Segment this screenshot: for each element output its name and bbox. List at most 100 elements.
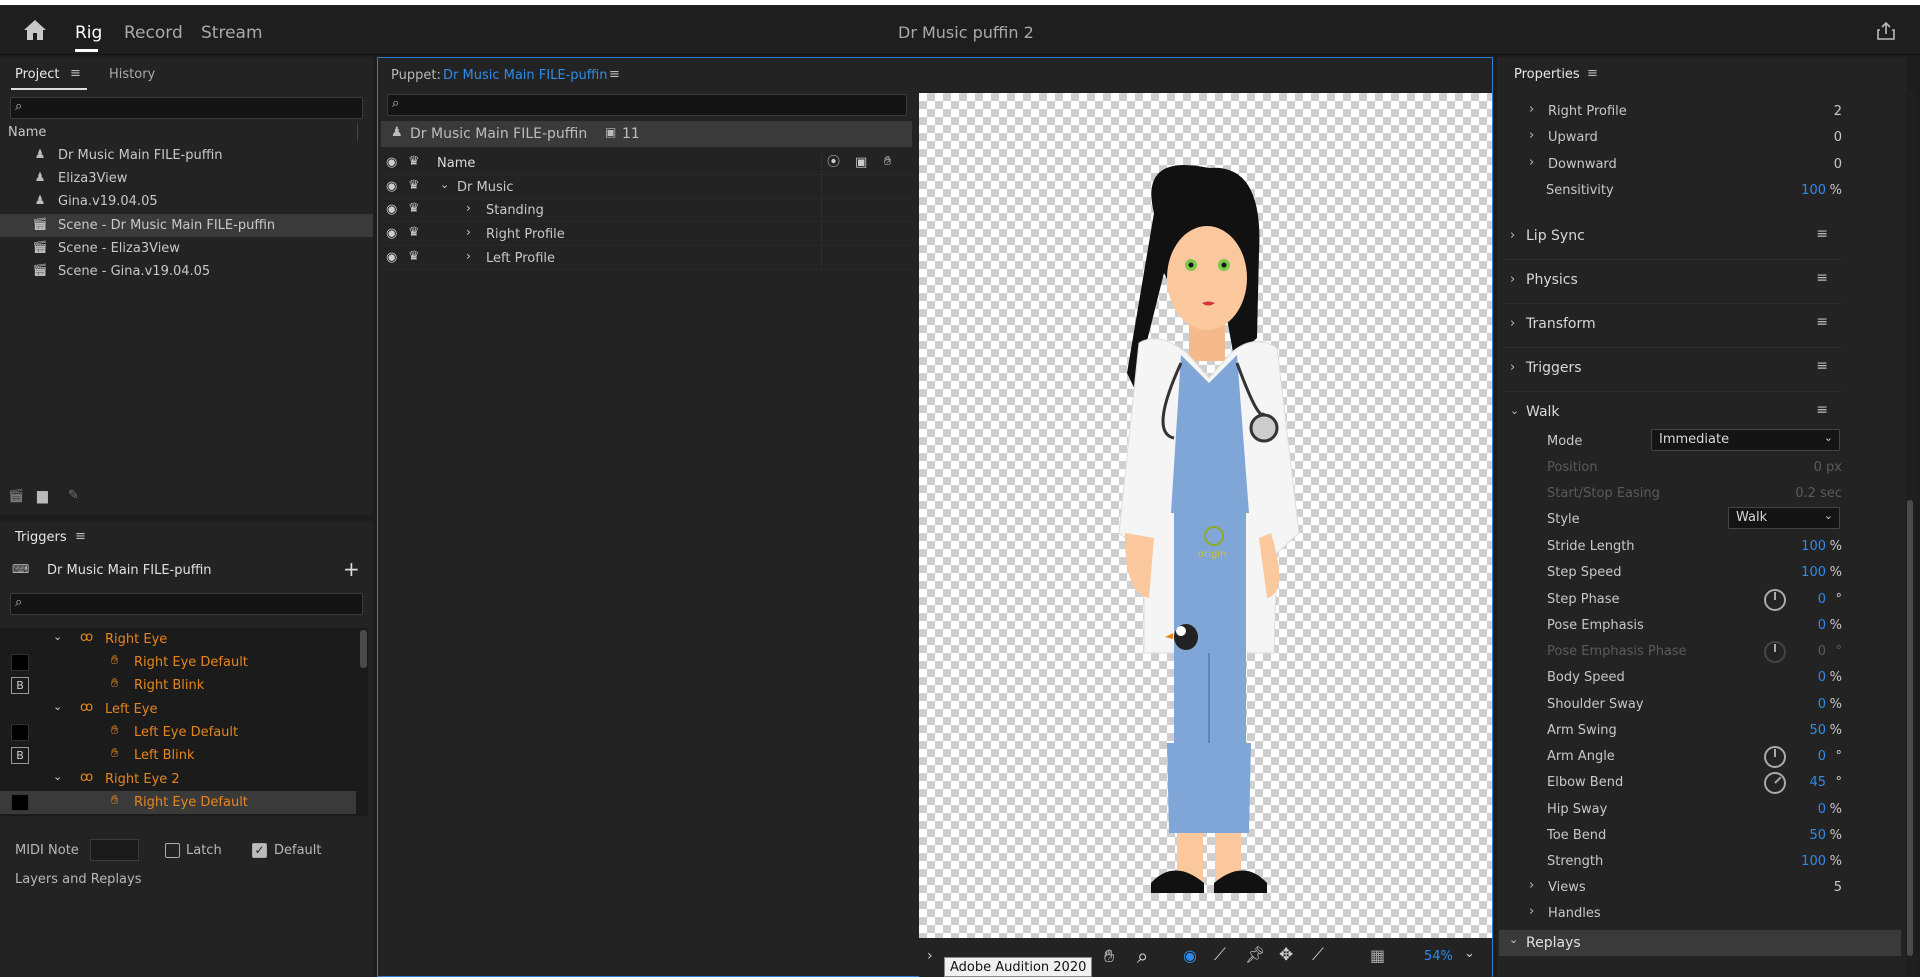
properties-scrollbar[interactable]	[1905, 90, 1915, 977]
param-arm-swing[interactable]: Arm Swing 50%	[1502, 718, 1842, 744]
tab-project[interactable]: Project	[15, 67, 59, 82]
menu-icon[interactable]: ≡	[1816, 403, 1828, 417]
section-lip-sync[interactable]: › Lip Sync ≡	[1502, 216, 1842, 260]
eye-icon[interactable]: ◉	[386, 180, 397, 193]
param-shoulder-sway[interactable]: Shoulder Sway 0%	[1502, 692, 1842, 718]
param-value[interactable]: 50	[1809, 828, 1826, 843]
trigger-row[interactable]: ✋︎ Left Eye Default	[0, 721, 356, 744]
tab-stream[interactable]: Stream	[201, 23, 263, 43]
layer-root-row[interactable]: ♟ Dr Music Main FILE-puffin ▣ 11	[381, 121, 912, 147]
dial-icon[interactable]	[1759, 767, 1791, 799]
chevron-right-icon[interactable]: ›	[1529, 156, 1534, 169]
chevron-down-icon[interactable]: ⌄	[53, 701, 62, 712]
param-stride-length[interactable]: Stride Length 100%	[1502, 534, 1842, 560]
menu-icon[interactable]: ≡	[75, 530, 86, 543]
menu-icon[interactable]: ≡	[70, 67, 81, 80]
param-value[interactable]: 0	[1818, 749, 1826, 764]
column-header-name[interactable]: Name	[8, 125, 46, 140]
move-tool-icon[interactable]: ✥	[1279, 947, 1293, 964]
chevron-right-icon[interactable]: ›	[1529, 129, 1534, 142]
eye-icon[interactable]: ◉	[386, 203, 397, 216]
property-row-sensitivity[interactable]: Sensitivity 100 %	[1502, 178, 1842, 204]
zoom-tool-icon[interactable]: ⌕	[1137, 946, 1148, 966]
param-value[interactable]: 0	[1818, 802, 1826, 817]
dragger-tool-icon[interactable]: ⟋	[1214, 947, 1226, 964]
list-item[interactable]: 🎬︎ Scene - Gina.v19.04.05	[0, 260, 373, 283]
project-search-input[interactable]: ⌕	[10, 97, 363, 119]
pin-tool-icon[interactable]: 📌︎	[1245, 947, 1265, 963]
param-strength[interactable]: Strength 100%	[1502, 849, 1842, 875]
param-arm-angle[interactable]: Arm Angle 0 °	[1502, 744, 1842, 770]
trigger-row-selected[interactable]: ✋︎ Right Eye Default	[0, 791, 356, 814]
home-icon[interactable]	[22, 17, 48, 43]
camera-icon[interactable]: ▣	[855, 156, 867, 169]
menu-icon[interactable]: ≡	[1816, 271, 1828, 285]
property-row-right-profile[interactable]: › Right Profile 2	[1502, 99, 1842, 125]
chevron-right-icon[interactable]: ›	[1510, 317, 1515, 330]
hand-tool-icon[interactable]: ✋︎	[1104, 948, 1114, 966]
chevron-down-icon[interactable]: ⌄	[53, 631, 62, 642]
property-row-views[interactable]: › Views 5	[1502, 875, 1842, 901]
transparency-grid-icon[interactable]: ▦	[1370, 948, 1385, 964]
property-row-upward[interactable]: › Upward 0	[1502, 125, 1842, 151]
param-pose-emphasis[interactable]: Pose Emphasis 0%	[1502, 613, 1842, 639]
share-icon[interactable]	[1874, 19, 1898, 43]
list-item[interactable]: ♟ Eliza3View	[0, 167, 373, 190]
trigger-row[interactable]: B ✋︎ Right Blink	[0, 674, 356, 697]
chevron-right-icon[interactable]: ›	[1529, 879, 1534, 892]
trigger-row[interactable]: ✋︎ Right Eye Default	[0, 651, 356, 674]
param-value[interactable]: 0	[1818, 670, 1826, 685]
scrollbar-thumb[interactable]	[360, 630, 367, 668]
layers-column-name[interactable]: Name	[437, 156, 475, 171]
chevron-down-icon[interactable]: ⌄	[1509, 934, 1518, 945]
crown-icon[interactable]: ♛	[408, 179, 420, 192]
chevron-right-icon[interactable]: ›	[466, 226, 471, 238]
param-value[interactable]: 0	[1818, 592, 1826, 607]
list-item[interactable]: 🎬︎ Scene - Eliza3View	[0, 237, 373, 260]
section-transform[interactable]: › Transform ≡	[1502, 304, 1842, 348]
param-body-speed[interactable]: Body Speed 0%	[1502, 665, 1842, 691]
default-checkbox[interactable]: ✓	[252, 843, 267, 858]
crown-icon[interactable]: ♛	[408, 226, 420, 239]
chevron-down-icon[interactable]: ⌄	[1464, 947, 1475, 960]
menu-icon[interactable]: ≡	[1587, 67, 1598, 80]
list-item[interactable]: ♟ Dr Music Main FILE-puffin	[0, 144, 373, 167]
property-value[interactable]: 100	[1801, 183, 1826, 198]
keyboard-icon[interactable]: ⌨	[12, 563, 29, 575]
param-value[interactable]: 50	[1809, 723, 1826, 738]
puppet-name[interactable]: Dr Music Main FILE-puffin	[443, 68, 608, 83]
chevron-down-icon[interactable]: ⌄	[1510, 405, 1519, 416]
hand-icon[interactable]: ✋︎	[884, 155, 891, 168]
param-value[interactable]: 0	[1818, 697, 1826, 712]
crown-icon[interactable]: ♛	[408, 250, 420, 263]
record-icon[interactable]: ⦿	[827, 156, 840, 169]
chevron-right-icon[interactable]: ›	[1510, 229, 1515, 242]
chevron-right-icon[interactable]: ›	[927, 949, 933, 963]
chevron-right-icon[interactable]: ›	[1529, 905, 1534, 918]
trigger-group-row[interactable]: ⌄ ꝏ Right Eye	[0, 628, 356, 651]
param-value[interactable]: 100	[1801, 539, 1826, 554]
section-triggers[interactable]: › Triggers ≡	[1502, 348, 1842, 392]
stick-tool-icon[interactable]: ⟋	[1312, 947, 1324, 964]
param-value[interactable]: 100	[1801, 565, 1826, 580]
param-elbow-bend[interactable]: Elbow Bend 45 °	[1502, 767, 1842, 799]
layer-row[interactable]: ◉ ♛ › Left Profile	[381, 247, 912, 270]
crown-icon[interactable]: ♛	[408, 155, 420, 168]
puppet-canvas[interactable]: origin	[919, 93, 1492, 938]
dial-icon[interactable]	[1764, 589, 1786, 611]
dial-icon[interactable]	[1764, 746, 1786, 768]
chevron-right-icon[interactable]: ›	[1510, 273, 1515, 286]
add-trigger-button[interactable]: +	[343, 559, 360, 579]
origin-tool-icon[interactable]: ◉	[1183, 948, 1197, 964]
layer-row[interactable]: ◉ ♛ › Right Profile	[381, 223, 912, 246]
param-value[interactable]: 45	[1809, 775, 1826, 790]
eye-icon[interactable]: ◉	[386, 156, 397, 169]
trigger-row[interactable]: B ✋︎ Left Blink	[0, 744, 356, 767]
param-value[interactable]: 100	[1801, 854, 1826, 869]
list-item-selected[interactable]: 🎬︎ Scene - Dr Music Main FILE-puffin	[0, 214, 373, 237]
puppet-search-input[interactable]: ⌕	[387, 94, 907, 116]
crown-icon[interactable]: ♛	[408, 202, 420, 215]
folder-icon[interactable]: ▆	[37, 489, 48, 503]
edit-icon[interactable]: ✎	[68, 489, 79, 502]
eye-icon[interactable]: ◉	[386, 227, 397, 240]
